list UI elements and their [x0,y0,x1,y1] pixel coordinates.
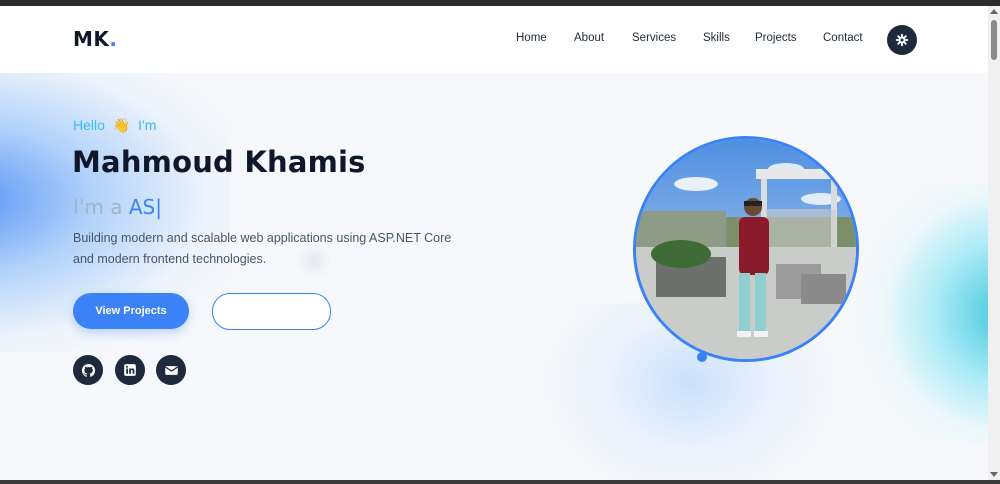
nav-link-home[interactable]: Home [516,32,547,44]
logo-dot: . [109,27,118,51]
scroll-down-arrow-icon[interactable] [990,472,998,477]
linkedin-icon [124,364,136,376]
logo-text: MK [73,27,110,51]
ring-orbit-dot [697,352,707,362]
typed-word: AS [128,195,156,219]
github-link[interactable] [73,355,103,385]
nav-link-skills[interactable]: Skills [703,32,730,44]
greeting-text: Hello [73,117,105,133]
theme-toggle-button[interactable] [887,25,917,55]
page-scrollbar[interactable] [988,6,1000,480]
nav-link-services[interactable]: Services [632,32,676,44]
profile-photo [633,136,859,362]
navbar: MK. Home About Services Skills Projects … [0,6,988,73]
waving-hand-icon: 👋 [112,117,131,133]
gear-icon [895,33,909,47]
email-link[interactable] [156,355,186,385]
typing-cursor: | [155,195,162,219]
github-icon [81,363,95,377]
hero-section: Hello 👋 I'm Mahmoud Khamis I'm a AS| Bui… [0,73,988,480]
profile-photo-illustration [636,139,856,359]
scrollbar-thumb[interactable] [991,20,997,60]
email-icon [164,365,178,375]
nav-link-about[interactable]: About [574,32,604,44]
secondary-outline-button[interactable] [212,293,331,330]
hero-name: Mahmoud Khamis [72,145,366,179]
typed-prefix: I'm a [73,195,123,219]
cyan-glow-decoration [850,183,988,443]
view-projects-button[interactable]: View Projects [73,293,189,329]
nav-link-projects[interactable]: Projects [755,32,797,44]
hero-greeting: Hello 👋 I'm [73,117,156,134]
hero-description: Building modern and scalable web applica… [73,231,452,266]
scroll-up-arrow-icon[interactable] [990,9,998,14]
browser-viewport: MK. Home About Services Skills Projects … [0,6,988,480]
site-logo[interactable]: MK. [73,27,118,51]
linkedin-link[interactable] [115,355,145,385]
greeting-suffix: I'm [138,117,157,133]
window-bottom-edge [0,480,1000,484]
nav-link-contact[interactable]: Contact [823,32,863,44]
typed-role: I'm a AS| [73,195,162,219]
